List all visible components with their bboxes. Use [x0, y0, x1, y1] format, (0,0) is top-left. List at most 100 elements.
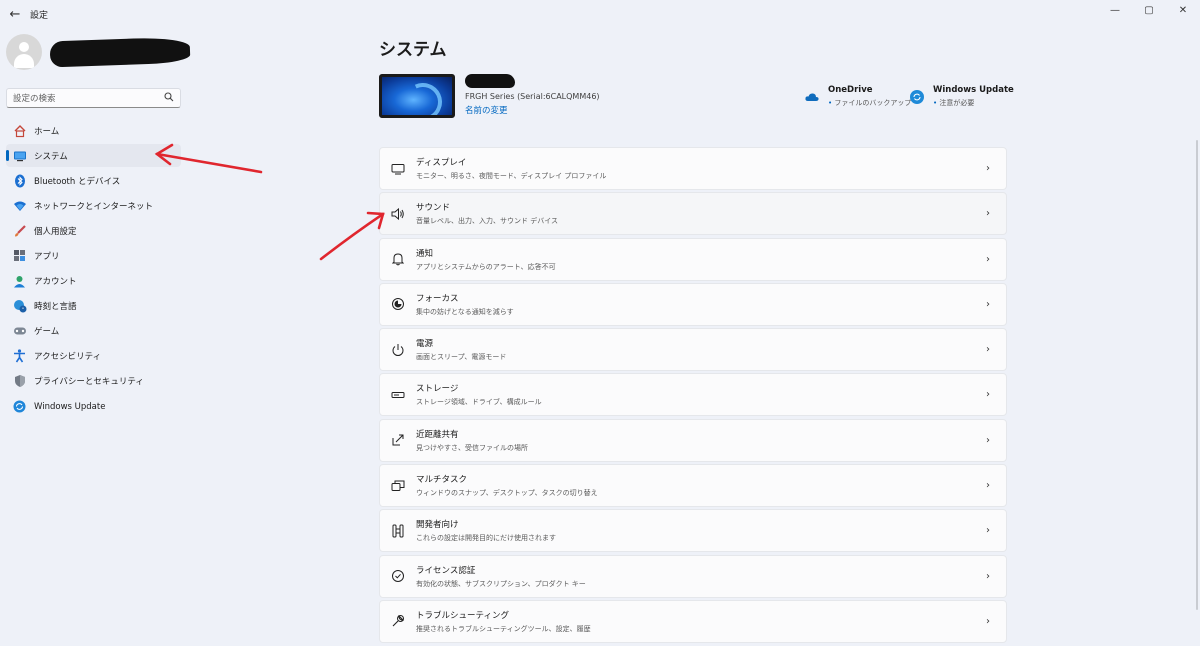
- chevron-right-icon: ›: [986, 570, 990, 582]
- row-subtitle: アプリとシステムからのアラート、応答不可: [416, 262, 556, 271]
- chevron-right-icon: ›: [986, 525, 990, 537]
- chevron-right-icon: ›: [986, 163, 990, 174]
- row-text: トラブルシューティング 推奨されるトラブルシューティングツール、設定、履歴: [416, 609, 978, 634]
- sidebar-item-network[interactable]: ネットワークとインターネット: [6, 194, 181, 217]
- settings-row-power[interactable]: 電源 画面とスリープ、電源モード ›: [379, 328, 1007, 372]
- chevron-right-icon: ›: [986, 434, 990, 446]
- title-bar: ← 設定 — ▢ ✕: [0, 0, 1200, 28]
- bell-icon: [390, 251, 406, 267]
- monitor-icon: [12, 148, 27, 163]
- sidebar-item-personalization[interactable]: 個人用設定: [6, 219, 181, 242]
- settings-row-troubleshoot[interactable]: トラブルシューティング 推奨されるトラブルシューティングツール、設定、履歴 ›: [379, 599, 1007, 643]
- row-subtitle: 音量レベル、出力、入力、サウンド デバイス: [416, 217, 559, 226]
- chevron-right-icon: ›: [986, 298, 990, 310]
- onedrive-icon: [805, 90, 819, 104]
- row-text: 近距離共有 見つけやすさ、受信ファイルの場所: [416, 428, 978, 453]
- settings-list: ディスプレイ モニター、明るさ、夜間モード、ディスプレイ プロファイル › サウ…: [379, 147, 1007, 645]
- redacted-user-name: [49, 36, 191, 68]
- quick-link-windows-update[interactable]: Windows Update • 注意が必要: [910, 85, 1014, 108]
- chevron-right-icon: ›: [986, 253, 990, 265]
- row-subtitle: ストレージ領域、ドライブ、構成ルール: [416, 398, 542, 407]
- sidebar-item-gaming[interactable]: ゲーム: [6, 320, 181, 343]
- sidebar-item-system[interactable]: システム: [6, 144, 181, 168]
- sidebar: 設定の検索 ホーム システム Bluetooth とデバイス ネットワークとイン…: [0, 28, 195, 646]
- row-title: ストレージ: [416, 384, 459, 395]
- accessibility-icon: [12, 349, 27, 364]
- device-wallpaper-thumbnail: [379, 74, 455, 118]
- sidebar-item-windows-update[interactable]: Windows Update: [6, 395, 181, 418]
- sidebar-item-privacy-security[interactable]: プライバシーとセキュリティ: [6, 370, 181, 393]
- settings-row-focus[interactable]: フォーカス 集中の妨げとなる通知を減らす ›: [379, 282, 1007, 326]
- arrow-left-icon: ←: [9, 6, 21, 22]
- scrollbar[interactable]: [1196, 140, 1198, 610]
- sidebar-item-label: ホーム: [34, 126, 60, 137]
- search-input[interactable]: 設定の検索: [13, 92, 164, 104]
- close-button[interactable]: ✕: [1166, 0, 1200, 20]
- sidebar-item-accounts[interactable]: アカウント: [6, 270, 181, 293]
- row-text: マルチタスク ウィンドウのスナップ、デスクトップ、タスクの切り替え: [416, 473, 978, 498]
- quick-link-title: Windows Update: [933, 85, 1014, 95]
- device-info: FRGH Series (Serial:6CALQMM46) 名前の変更: [465, 74, 600, 116]
- rename-link[interactable]: 名前の変更: [465, 104, 600, 116]
- sidebar-item-label: 時刻と言語: [34, 302, 77, 313]
- row-title: 近距離共有: [416, 429, 459, 440]
- sidebar-item-home[interactable]: ホーム: [6, 119, 181, 142]
- row-title: フォーカス: [416, 293, 459, 304]
- quick-link-sub: • ファイルのバックアップ: [828, 99, 912, 107]
- sidebar-item-accessibility[interactable]: アクセシビリティ: [6, 345, 181, 368]
- row-subtitle: 画面とスリープ、電源モード: [416, 353, 507, 362]
- settings-row-display[interactable]: ディスプレイ モニター、明るさ、夜間モード、ディスプレイ プロファイル ›: [379, 147, 1007, 190]
- update-icon: [12, 399, 27, 414]
- row-subtitle: 有効化の状態、サブスクリプション、プロダクト キー: [416, 579, 586, 588]
- quick-link-sub-text: 注意が必要: [939, 99, 975, 107]
- chevron-right-icon: ›: [986, 208, 990, 220]
- sidebar-item-label: プライバシーとセキュリティ: [34, 377, 144, 388]
- sidebar-item-time-language[interactable]: 時刻と言語: [6, 295, 181, 318]
- search-icon[interactable]: [164, 91, 174, 105]
- power-icon: [390, 342, 406, 358]
- row-text: ディスプレイ モニター、明るさ、夜間モード、ディスプレイ プロファイル: [416, 156, 978, 181]
- settings-row-nearby-sharing[interactable]: 近距離共有 見つけやすさ、受信ファイルの場所 ›: [379, 418, 1007, 462]
- row-text: 開発者向け これらの設定は開発目的にだけ使用されます: [416, 518, 978, 543]
- quick-link-sub-text: ファイルのバックアップ: [834, 99, 912, 107]
- sidebar-item-label: アプリ: [34, 251, 60, 262]
- row-title: ライセンス認証: [416, 565, 476, 576]
- apps-icon: [12, 248, 27, 263]
- maximize-button[interactable]: ▢: [1132, 0, 1166, 20]
- device-model: FRGH Series (Serial:6CALQMM46): [465, 92, 600, 101]
- quick-link-sub: • 注意が必要: [933, 99, 975, 107]
- settings-row-for-developers[interactable]: 開発者向け これらの設定は開発目的にだけ使用されます ›: [379, 509, 1007, 553]
- row-text: サウンド 音量レベル、出力、入力、サウンド デバイス: [416, 201, 978, 226]
- settings-row-multitasking[interactable]: マルチタスク ウィンドウのスナップ、デスクトップ、タスクの切り替え ›: [379, 464, 1007, 508]
- sidebar-nav: ホーム システム Bluetooth とデバイス ネットワークとインターネット …: [6, 119, 181, 420]
- speaker-icon: [390, 206, 406, 222]
- settings-row-sound[interactable]: サウンド 音量レベル、出力、入力、サウンド デバイス ›: [379, 192, 1007, 236]
- user-profile[interactable]: [6, 34, 191, 70]
- row-title: トラブルシューティング: [416, 610, 509, 621]
- sidebar-item-apps[interactable]: アプリ: [6, 244, 181, 267]
- avatar: [6, 34, 42, 70]
- quick-link-title: OneDrive: [828, 85, 873, 95]
- settings-row-storage[interactable]: ストレージ ストレージ領域、ドライブ、構成ルール ›: [379, 373, 1007, 417]
- quick-link-onedrive[interactable]: OneDrive • ファイルのバックアップ: [805, 85, 911, 108]
- bluetooth-icon: [12, 173, 27, 188]
- paintbrush-icon: [12, 223, 27, 238]
- settings-row-notifications[interactable]: 通知 アプリとシステムからのアラート、応答不可 ›: [379, 237, 1007, 281]
- row-title: 通知: [416, 248, 434, 259]
- sidebar-item-label: システム: [34, 151, 68, 162]
- search-box[interactable]: 設定の検索: [6, 88, 181, 108]
- sidebar-item-label: ネットワークとインターネット: [34, 201, 154, 212]
- row-subtitle: 集中の妨げとなる通知を減らす: [416, 307, 514, 316]
- settings-row-activation[interactable]: ライセンス認証 有効化の状態、サブスクリプション、プロダクト キー ›: [379, 554, 1007, 598]
- back-button[interactable]: ←: [4, 3, 26, 25]
- sidebar-item-label: アクセシビリティ: [34, 352, 102, 363]
- row-text: ライセンス認証 有効化の状態、サブスクリプション、プロダクト キー: [416, 564, 978, 589]
- gamepad-icon: [12, 324, 27, 339]
- row-subtitle: 推奨されるトラブルシューティングツール、設定、履歴: [416, 624, 591, 633]
- row-subtitle: モニター、明るさ、夜間モード、ディスプレイ プロファイル: [416, 172, 607, 180]
- sidebar-item-bluetooth[interactable]: Bluetooth とデバイス: [6, 169, 181, 192]
- focus-icon: [390, 296, 406, 312]
- share-icon: [390, 432, 406, 448]
- sidebar-item-label: ゲーム: [34, 327, 60, 338]
- minimize-button[interactable]: —: [1098, 0, 1132, 20]
